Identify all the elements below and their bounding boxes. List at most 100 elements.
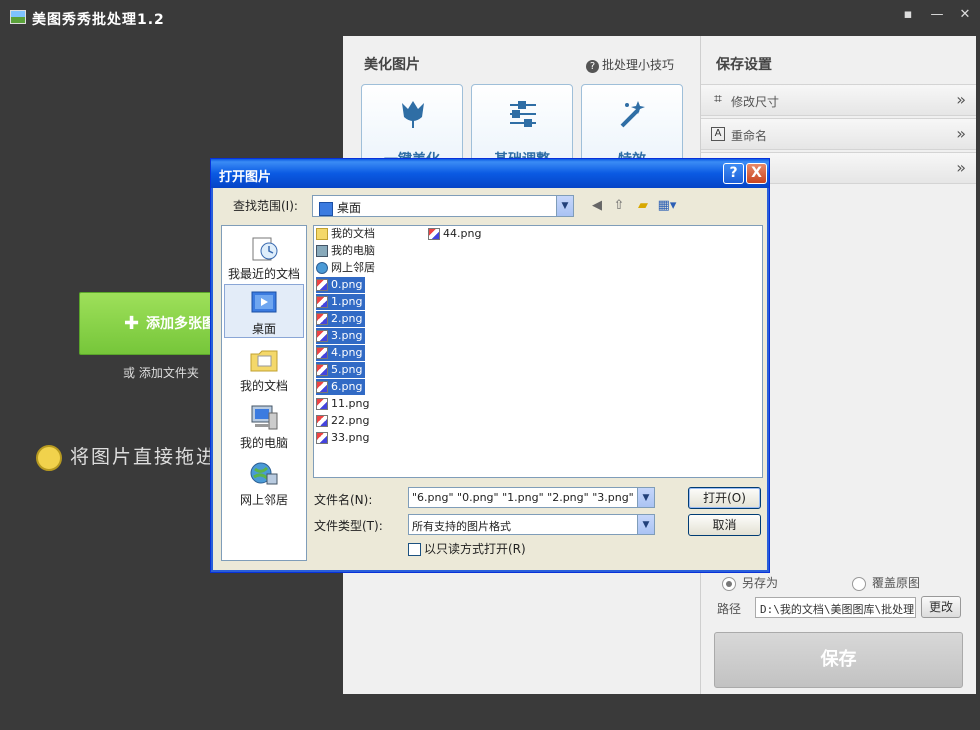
open-button[interactable]: 打开(O) (688, 487, 761, 509)
filetype-value: 所有支持的图片格式 (412, 520, 511, 533)
network-globe-icon (250, 462, 278, 485)
radio-overwrite[interactable]: 覆盖原图 (852, 574, 920, 591)
dialog-close-button[interactable]: X (746, 163, 767, 184)
list-item[interactable]: 3.png (316, 328, 366, 344)
save-settings-title: 保存设置 (716, 57, 772, 73)
place-my-documents[interactable]: 我的文档 (224, 342, 304, 396)
file-name: 我的电脑 (331, 244, 375, 257)
list-item[interactable]: 我的文档 (316, 226, 378, 242)
radio-label: 覆盖原图 (872, 576, 921, 590)
place-network[interactable]: 网上邻居 (224, 456, 304, 510)
save-button[interactable]: 保存 (714, 632, 963, 688)
list-item[interactable]: 6.png (316, 379, 366, 395)
file-name: 11.png (331, 397, 370, 410)
list-item[interactable]: 33.png (316, 430, 372, 446)
file-name: 1.png (331, 295, 363, 308)
place-recent[interactable]: 我最近的文档 (224, 230, 304, 284)
image-file-icon (316, 296, 328, 308)
recent-docs-icon (252, 237, 278, 261)
change-path-button[interactable]: 更改 (921, 596, 961, 618)
file-name: 6.png (331, 380, 363, 393)
filename-input[interactable]: "6.png" "0.png" "1.png" "2.png" "3.png" … (408, 487, 655, 508)
dialog-help-button[interactable]: ? (723, 163, 744, 184)
tips-link[interactable]: ? 批处理小技巧 (585, 56, 674, 73)
lightbulb-icon (36, 444, 62, 471)
place-desktop[interactable]: 桌面 (224, 284, 304, 338)
list-item[interactable]: 5.png (316, 362, 366, 378)
add-images-label: 添加多张图 (146, 316, 216, 332)
radio-save-as[interactable]: 另存为 (722, 574, 778, 591)
chevron-down-icon[interactable]: ▼ (556, 196, 573, 216)
lookin-dropdown[interactable]: 桌面 ▼ (312, 195, 574, 217)
save-path-input[interactable]: D:\我的文档\美图图库\批处理 (755, 597, 916, 618)
image-file-icon (316, 313, 328, 325)
setting-label: 重命名 (731, 129, 768, 143)
folder-icon (250, 350, 278, 372)
cancel-button[interactable]: 取消 (688, 514, 761, 536)
help-icon: ? (585, 60, 599, 73)
readonly-label: 以只读方式打开(R) (424, 542, 526, 556)
desktop-icon (251, 291, 277, 313)
list-item[interactable]: 0.png (316, 277, 366, 293)
tulip-icon (402, 101, 424, 128)
radio-empty-icon (852, 576, 866, 591)
sliders-icon (510, 101, 536, 127)
list-item[interactable]: 44.png (428, 226, 484, 242)
file-name: 4.png (331, 346, 363, 359)
tips-label: 批处理小技巧 (601, 58, 674, 72)
place-label: 网上邻居 (239, 493, 288, 507)
places-bar: 我最近的文档 桌面 我的文档 我的电脑 网上邻居 (221, 225, 307, 561)
new-folder-icon[interactable]: ▰ (633, 197, 653, 215)
file-name: 22.png (331, 414, 370, 427)
view-menu-icon[interactable]: ▦▾ (657, 197, 677, 215)
image-file-icon (316, 432, 328, 444)
list-item[interactable]: 1.png (316, 294, 366, 310)
image-file-icon (316, 279, 328, 291)
app-logo-icon (10, 10, 26, 24)
setting-rename[interactable]: A 重命名 » (701, 118, 976, 150)
place-label: 桌面 (251, 322, 276, 336)
filetype-label: 文件类型(T): (314, 519, 383, 533)
close-app-button[interactable]: ✕ (954, 6, 976, 24)
image-file-icon (316, 347, 328, 359)
add-folder-line: 或 添加文件夹 (123, 364, 199, 381)
chevron-down-icon[interactable]: ▼ (637, 488, 654, 507)
file-list[interactable]: 我的文档 我的电脑 网上邻居 0.png 1.png 2.png 3.png 4… (313, 225, 763, 478)
dialog-title: 打开图片 (211, 159, 769, 188)
list-item[interactable]: 网上邻居 (316, 260, 378, 276)
drag-hint: 将图片直接拖进 (36, 442, 217, 471)
minimize-button[interactable]: — (926, 6, 948, 24)
app-titlebar: 美图秀秀批处理1.2 ▪ — ✕ (0, 0, 980, 36)
image-file-icon (316, 364, 328, 376)
list-item[interactable]: 我的电脑 (316, 243, 378, 259)
feedback-icon[interactable]: ▪ (897, 6, 919, 24)
file-name: 33.png (331, 431, 370, 444)
folder-icon (316, 228, 328, 240)
filetype-select[interactable]: 所有支持的图片格式 ▼ (408, 514, 655, 535)
image-file-icon (316, 381, 328, 393)
crop-icon: ⌗ (714, 91, 722, 107)
readonly-checkbox[interactable]: 以只读方式打开(R) (408, 540, 526, 557)
place-my-computer[interactable]: 我的电脑 (224, 399, 304, 453)
add-folder-prefix: 或 (123, 366, 136, 380)
file-name: 0.png (331, 278, 363, 291)
list-item[interactable]: 2.png (316, 311, 366, 327)
image-file-icon (428, 228, 440, 240)
computer-icon (316, 245, 328, 257)
setting-resize[interactable]: ⌗ 修改尺寸 » (701, 84, 976, 116)
expand-icon: » (956, 158, 966, 177)
list-item[interactable]: 11.png (316, 396, 372, 412)
list-item[interactable]: 4.png (316, 345, 366, 361)
drag-hint-text: 将图片直接拖进 (70, 446, 218, 468)
network-globe-icon (316, 262, 328, 274)
list-item[interactable]: 22.png (316, 413, 372, 429)
magic-wand-icon (620, 101, 645, 128)
up-folder-icon[interactable]: ⇧ (609, 197, 629, 215)
bottom-strip (343, 694, 980, 730)
file-name: 我的文档 (331, 227, 375, 240)
setting-label: 修改尺寸 (731, 95, 780, 109)
chevron-down-icon[interactable]: ▼ (637, 515, 654, 534)
add-folder-link[interactable]: 添加文件夹 (139, 366, 199, 380)
back-icon[interactable]: ◀ (587, 197, 607, 215)
lookin-value: 桌面 (337, 201, 362, 215)
